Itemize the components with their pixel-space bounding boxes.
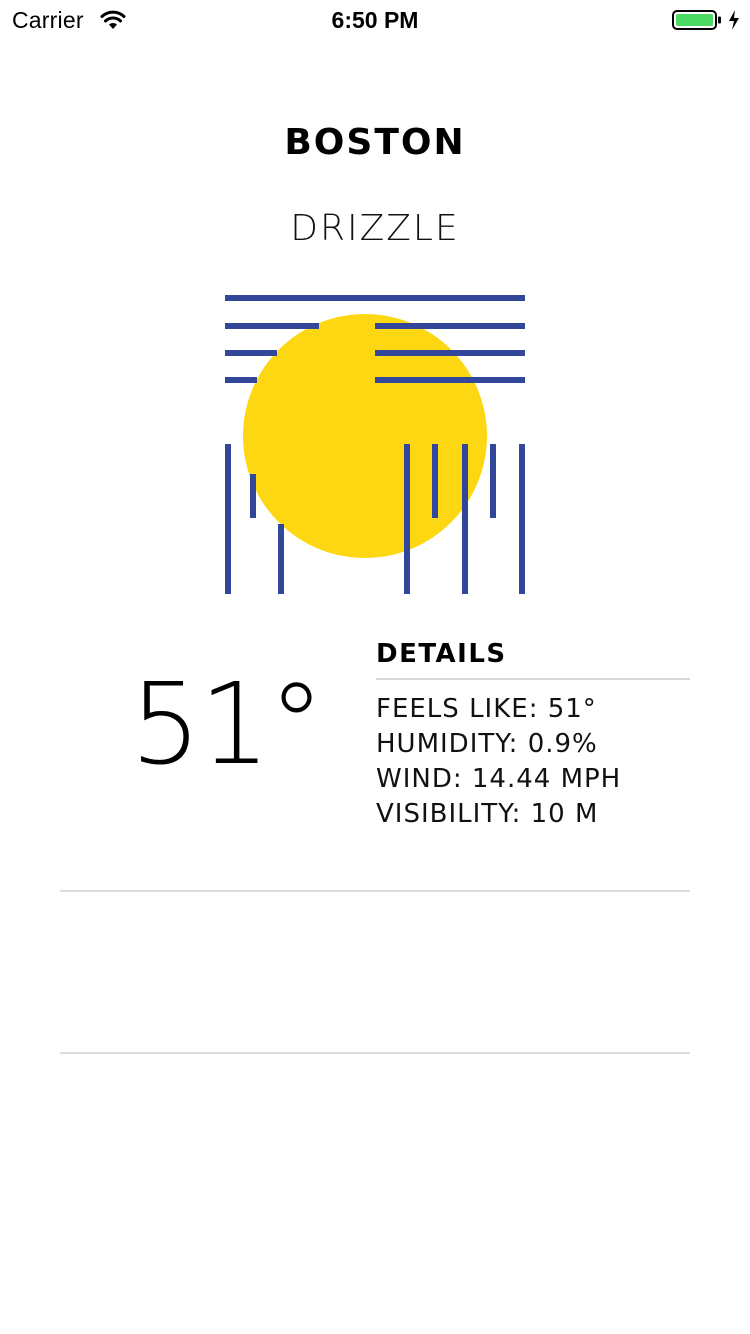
humidity-row: HUMIDITY: 0.9%	[376, 729, 598, 759]
charging-bolt-icon	[727, 9, 741, 31]
wind-row: WIND: 14.44 MPH	[376, 764, 622, 794]
feels-like-row: FEELS LIKE: 51°	[376, 694, 597, 724]
city-name: BOSTON	[284, 122, 466, 163]
weather-condition: DRIZZLE	[290, 208, 460, 249]
details-panel: DETAILS FEELS LIKE: 51° HUMIDITY: 0.9% W…	[376, 636, 690, 832]
details-divider	[376, 678, 690, 680]
status-bar: Carrier 6:50 PM	[0, 0, 750, 40]
current-temperature: 51°	[130, 660, 325, 790]
battery-icon	[672, 9, 722, 31]
drizzle-sun-icon	[220, 290, 530, 600]
visibility-row: VISIBILITY: 10 M	[376, 799, 599, 829]
clock-time: 6:50 PM	[331, 7, 419, 33]
section-divider	[60, 1052, 690, 1054]
section-divider	[60, 890, 690, 892]
details-title: DETAILS	[376, 639, 507, 669]
